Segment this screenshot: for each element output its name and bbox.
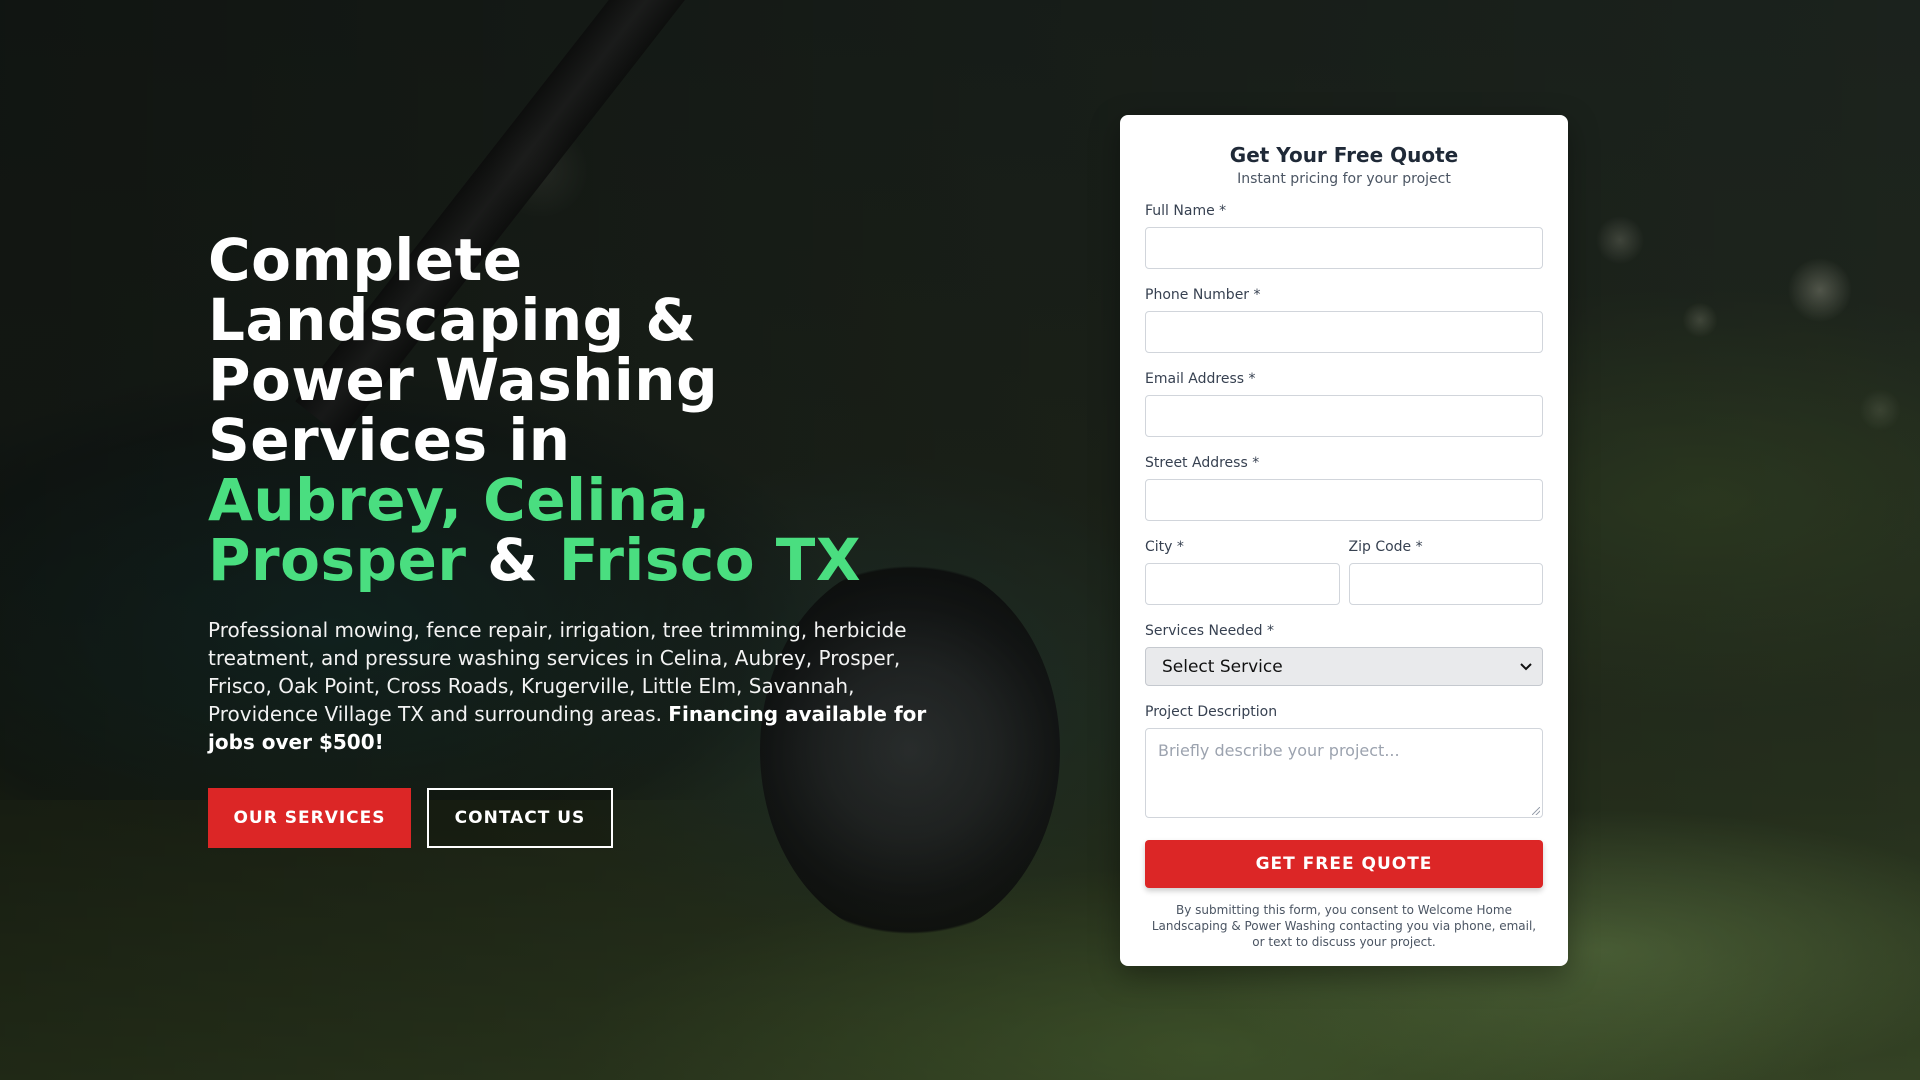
full-name-group: Full Name * xyxy=(1145,203,1543,269)
city-label: City * xyxy=(1145,539,1184,555)
hero-title-line: Complete xyxy=(208,226,523,294)
hero-title: Complete Landscaping & Power Washing Ser… xyxy=(208,230,968,590)
services-select[interactable]: Select Service xyxy=(1145,647,1543,686)
services-label: Services Needed * xyxy=(1145,623,1275,639)
phone-group: Phone Number * xyxy=(1145,287,1543,353)
description-label: Project Description xyxy=(1145,704,1278,720)
zip-input[interactable] xyxy=(1348,563,1543,605)
email-label: Email Address * xyxy=(1145,371,1256,387)
chevron-down-icon xyxy=(1520,660,1532,674)
quote-form-card: Get Your Free Quote Instant pricing for … xyxy=(1120,115,1568,966)
resize-grip-icon[interactable] xyxy=(1532,807,1540,815)
our-services-button[interactable]: OUR SERVICES xyxy=(208,788,411,848)
services-group: Services Needed * Select Service xyxy=(1145,623,1543,686)
street-group: Street Address * xyxy=(1145,455,1543,521)
email-input[interactable] xyxy=(1145,395,1543,437)
city-group: City * xyxy=(1145,539,1340,605)
hero-title-cities-line: Prosper & Frisco TX xyxy=(208,530,968,590)
email-group: Email Address * xyxy=(1145,371,1543,437)
hero-title-line: Landscaping & xyxy=(208,286,697,354)
hero-description: Professional mowing, fence repair, irrig… xyxy=(208,616,948,756)
full-name-input[interactable] xyxy=(1145,227,1543,269)
description-placeholder: Briefly describe your project... xyxy=(1158,741,1400,760)
services-selected-value: Select Service xyxy=(1162,656,1283,677)
zip-group: Zip Code * xyxy=(1348,539,1543,605)
full-name-label: Full Name * xyxy=(1145,203,1227,219)
consent-text: By submitting this form, you consent to … xyxy=(1151,903,1537,949)
hero-title-amp: & xyxy=(466,526,559,594)
hero-title-cities: Aubrey, Celina, xyxy=(208,466,711,534)
hero-title-city-prosper: Prosper xyxy=(208,526,467,594)
hero-content: Complete Landscaping & Power Washing Ser… xyxy=(208,230,968,848)
hero-title-line: Services in xyxy=(208,406,571,474)
phone-label: Phone Number * xyxy=(1145,287,1261,303)
hero-title-line: Power Washing xyxy=(208,346,719,414)
description-group: Project Description Briefly describe you… xyxy=(1145,704,1543,818)
get-free-quote-button[interactable]: GET FREE QUOTE xyxy=(1145,840,1543,888)
city-zip-row: City * Zip Code * xyxy=(1145,521,1543,605)
project-description-input[interactable]: Briefly describe your project... xyxy=(1145,728,1543,818)
quote-form-title: Get Your Free Quote xyxy=(1229,143,1459,167)
contact-us-button[interactable]: CONTACT US xyxy=(427,788,613,848)
city-input[interactable] xyxy=(1145,563,1340,605)
zip-label: Zip Code * xyxy=(1348,539,1423,555)
street-label: Street Address * xyxy=(1145,455,1260,471)
quote-form-subtitle: Instant pricing for your project xyxy=(1237,171,1451,187)
hero-title-city-frisco: Frisco TX xyxy=(558,526,862,594)
street-input[interactable] xyxy=(1145,479,1543,521)
hero-buttons: OUR SERVICES CONTACT US xyxy=(208,788,968,848)
phone-input[interactable] xyxy=(1145,311,1543,353)
